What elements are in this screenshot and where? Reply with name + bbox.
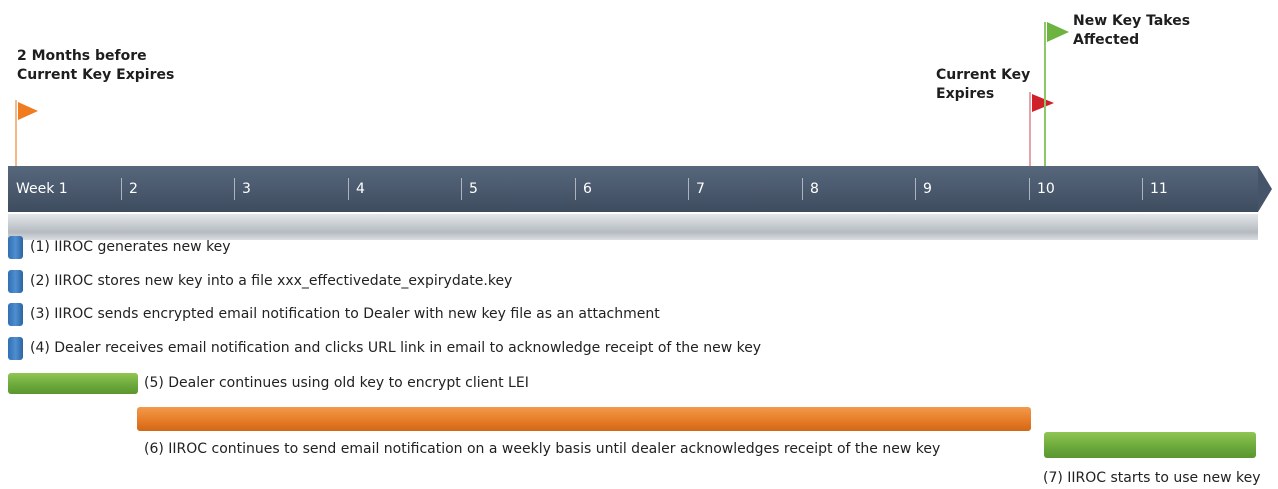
step-3-label: (3) IIROC sends encrypted email notifica…	[30, 306, 660, 322]
step-1-marker	[8, 236, 23, 259]
week-label-3: 3	[242, 181, 251, 197]
expire-flag-label-line2: Expires	[936, 86, 995, 102]
week-label-9: 9	[923, 181, 932, 197]
step-6-bar	[137, 407, 1031, 431]
step-1-label: (1) IIROC generates new key	[30, 239, 231, 255]
start-flag-label-line2: Current Key Expires	[17, 67, 175, 83]
step-2-label: (2) IIROC stores new key into a file xxx…	[30, 273, 513, 289]
expire-flag-label-line1: Current Key	[936, 67, 1031, 83]
expire-flag-label: Current Key Expires	[936, 66, 1030, 104]
step-7-bar	[1044, 432, 1256, 458]
week-label-10: 10	[1037, 181, 1055, 197]
start-flag-icon	[18, 102, 38, 120]
week-label-7: 7	[696, 181, 705, 197]
new-flag-label: New Key Takes Affected	[1073, 12, 1190, 50]
week-label-4: 4	[356, 181, 365, 197]
timeline-arrow-icon	[1258, 166, 1272, 212]
new-flag-icon	[1047, 22, 1069, 42]
week-label-8: 8	[810, 181, 819, 197]
new-flag-label-line1: New Key Takes	[1073, 13, 1191, 29]
week-label-11: 11	[1150, 181, 1168, 197]
expire-flag-icon	[1032, 94, 1054, 112]
week-label-6: 6	[583, 181, 592, 197]
start-flag-label: 2 Months before Current Key Expires	[17, 47, 174, 85]
step-7-label: (7) IIROC starts to use new key	[1043, 470, 1261, 486]
week-label-5: 5	[469, 181, 478, 197]
timeline-bar	[8, 166, 1258, 212]
step-6-label: (6) IIROC continues to send email notifi…	[144, 441, 941, 457]
step-2-marker	[8, 270, 23, 293]
new-flag-label-line2: Affected	[1073, 32, 1140, 48]
week-label-1: Week 1	[16, 181, 68, 197]
week-label-2: 2	[129, 181, 138, 197]
start-flag-label-line1: 2 Months before	[17, 48, 147, 64]
step-4-label: (4) Dealer receives email notification a…	[30, 340, 762, 356]
step-3-marker	[8, 303, 23, 326]
step-4-marker	[8, 337, 23, 360]
step-5-label: (5) Dealer continues using old key to en…	[144, 375, 529, 391]
step-5-bar	[8, 373, 138, 394]
